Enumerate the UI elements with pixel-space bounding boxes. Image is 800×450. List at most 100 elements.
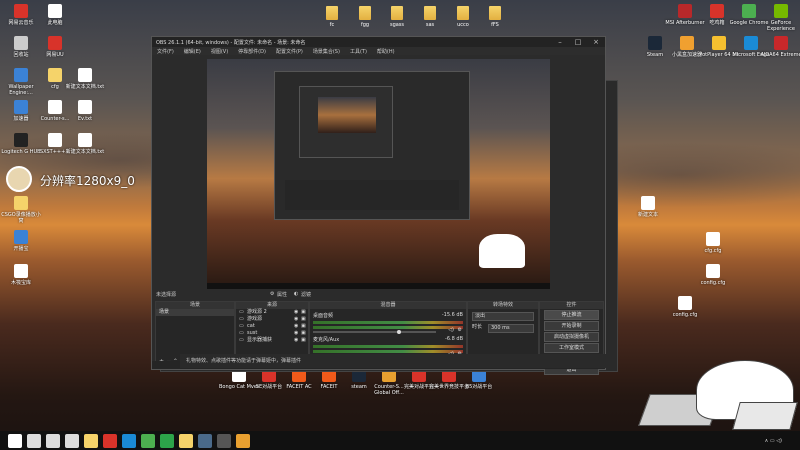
gear-icon[interactable]: ⚙ bbox=[458, 327, 462, 333]
scene-item[interactable]: 场景 bbox=[156, 309, 234, 316]
source-item[interactable]: ▭ sust ◉ ▣ bbox=[236, 330, 308, 337]
app-icon bbox=[78, 133, 92, 147]
desktop-icon-label: GeForce Experience bbox=[767, 20, 795, 32]
folder-icon[interactable]: fc bbox=[318, 6, 346, 28]
desktop-icon-label: 新建文本 bbox=[637, 212, 658, 218]
desktop-icon[interactable]: 新建文本文档.txt bbox=[64, 68, 106, 90]
taskbar-app-icon[interactable] bbox=[160, 433, 174, 448]
desktop-icon[interactable]: 木筏宝库 bbox=[0, 264, 42, 286]
slider-handle[interactable] bbox=[396, 330, 401, 334]
source-item[interactable]: ▭ cat ◉ ▣ bbox=[236, 323, 308, 330]
monitor-icon: ▭ bbox=[239, 316, 244, 322]
folder-icon[interactable]: ucco bbox=[449, 6, 477, 28]
filter-icon[interactable]: ◐ bbox=[294, 291, 298, 297]
minimize-button[interactable]: – bbox=[551, 38, 569, 46]
filters-button[interactable]: 滤镜 bbox=[301, 291, 311, 298]
eye-icon[interactable]: ◉ bbox=[294, 337, 301, 344]
eye-icon[interactable]: ◉ bbox=[294, 316, 301, 323]
taskbar-app-icon[interactable] bbox=[27, 433, 41, 448]
lock-icon[interactable]: ▣ bbox=[301, 330, 308, 337]
source-item[interactable]: ▭ 游戏源 ◉ ▣ bbox=[236, 316, 308, 323]
source-item[interactable]: ▭ 显示器捕获 ◉ ▣ bbox=[236, 337, 308, 344]
menu-item[interactable]: 场景集合(S) bbox=[308, 48, 345, 55]
tray-icons[interactable]: ∧ ▭ ◁) bbox=[759, 438, 788, 444]
desktop-icon[interactable]: cfg.cfg bbox=[692, 232, 734, 254]
taskbar-app-icon[interactable] bbox=[65, 433, 79, 448]
taskbar-app-icon[interactable] bbox=[103, 433, 117, 448]
channel-name: 桌面音频 bbox=[313, 313, 334, 319]
taskbar-app-icon[interactable] bbox=[84, 433, 98, 448]
desktop-icon[interactable]: 开播宝 bbox=[0, 230, 42, 252]
taskbar-app-icon[interactable] bbox=[217, 433, 231, 448]
obs-titlebar[interactable]: OBS 26.1.1 (64-bit, windows) - 配置文件: 未命名… bbox=[152, 37, 605, 47]
app-icon bbox=[48, 36, 62, 50]
maximize-button[interactable]: □ bbox=[569, 38, 587, 46]
properties-button[interactable]: 属性 bbox=[277, 291, 287, 298]
lock-icon[interactable]: ▣ bbox=[301, 323, 308, 330]
transition-select[interactable]: 淡出 bbox=[472, 312, 534, 321]
taskbar-app-icon[interactable] bbox=[198, 433, 212, 448]
control-button[interactable]: 停止推流 bbox=[544, 310, 599, 320]
app-icon bbox=[648, 36, 662, 50]
desktop-icon[interactable]: 网易UU bbox=[34, 36, 76, 58]
menu-item[interactable]: 文件(F) bbox=[152, 48, 179, 55]
eye-icon[interactable]: ◉ bbox=[294, 323, 301, 330]
lock-icon[interactable]: ▣ bbox=[301, 309, 308, 316]
menu-item[interactable]: 编辑(E) bbox=[179, 48, 206, 55]
obs-preview[interactable] bbox=[207, 59, 550, 289]
eye-icon[interactable]: ◉ bbox=[294, 330, 301, 337]
taskbar-app-icon[interactable] bbox=[179, 433, 193, 448]
menu-item[interactable]: 视图(V) bbox=[206, 48, 233, 55]
desktop-icon[interactable]: GeForce Experience bbox=[760, 4, 800, 32]
desktop-icon-label: cfg.cfg bbox=[704, 248, 722, 254]
menu-item[interactable]: 工具(T) bbox=[345, 48, 372, 55]
volume-slider[interactable] bbox=[313, 330, 436, 334]
desktop-icon[interactable]: Ev.txt bbox=[64, 100, 106, 122]
desktop-icon[interactable]: AIDA64 Extreme bbox=[760, 36, 800, 58]
duration-input[interactable]: 300 ms bbox=[488, 324, 534, 333]
menu-item[interactable]: 配置文件(P) bbox=[271, 48, 308, 55]
taskbar-app-icon[interactable] bbox=[46, 433, 60, 448]
app-icon bbox=[14, 4, 28, 18]
menu-item[interactable]: 帮助(H) bbox=[372, 48, 400, 55]
lock-icon[interactable]: ▣ bbox=[301, 337, 308, 344]
gear-icon[interactable]: ⚙ bbox=[270, 291, 274, 297]
source-label: 游戏源 2 bbox=[247, 309, 267, 315]
app-icon bbox=[712, 36, 726, 50]
control-button[interactable]: 启动虚拟摄像机 bbox=[544, 332, 599, 342]
taskbar-app-icon[interactable] bbox=[141, 433, 155, 448]
desktop-icon[interactable]: config.cfg bbox=[692, 264, 734, 286]
desktop-icon[interactable]: 新建文本文档.txt bbox=[64, 133, 106, 155]
desktop-icon-label: B5对战平台 bbox=[465, 384, 493, 390]
desktop-icon[interactable]: config.cfg bbox=[664, 296, 706, 318]
taskbar-app-icon[interactable] bbox=[122, 433, 136, 448]
app-icon bbox=[14, 68, 28, 82]
folder-icon[interactable]: sgass bbox=[383, 6, 411, 28]
lock-icon[interactable]: ▣ bbox=[301, 316, 308, 323]
desktop-icon-label: 木筏宝库 bbox=[10, 280, 31, 286]
app-icon bbox=[14, 100, 28, 114]
taskbar-app-icon[interactable] bbox=[236, 433, 250, 448]
control-button[interactable]: 开始录制 bbox=[544, 321, 599, 331]
source-label: cat bbox=[247, 323, 255, 329]
taskbar-app-icon[interactable] bbox=[8, 433, 22, 448]
speaker-icon[interactable]: ◁) bbox=[448, 327, 454, 333]
eye-icon[interactable]: ◉ bbox=[294, 309, 301, 316]
source-item[interactable]: ▭ 游戏源 2 ◉ ▣ bbox=[236, 309, 308, 316]
app-icon bbox=[14, 230, 28, 244]
preview-cat bbox=[479, 234, 525, 268]
sources-header: 来源 bbox=[236, 302, 308, 309]
close-button[interactable]: × bbox=[587, 38, 605, 46]
folder-icon[interactable]: fFS bbox=[481, 6, 509, 28]
app-icon bbox=[706, 264, 720, 278]
desktop-icon-label: config.cfg bbox=[672, 312, 698, 318]
monitor-icon: ▭ bbox=[239, 323, 244, 329]
control-button[interactable]: 工作室模式 bbox=[544, 343, 599, 353]
desktop-icon[interactable]: CSGO录像播放小窝 bbox=[0, 196, 42, 224]
folder-icon[interactable]: sas bbox=[416, 6, 444, 28]
menu-item[interactable]: 停靠部件(D) bbox=[233, 48, 271, 55]
app-icon bbox=[774, 36, 788, 50]
desktop-icon[interactable]: 新建文本 bbox=[627, 196, 669, 218]
folder-icon[interactable]: fgg bbox=[351, 6, 379, 28]
desktop-icon[interactable]: 此电脑 bbox=[34, 4, 76, 26]
